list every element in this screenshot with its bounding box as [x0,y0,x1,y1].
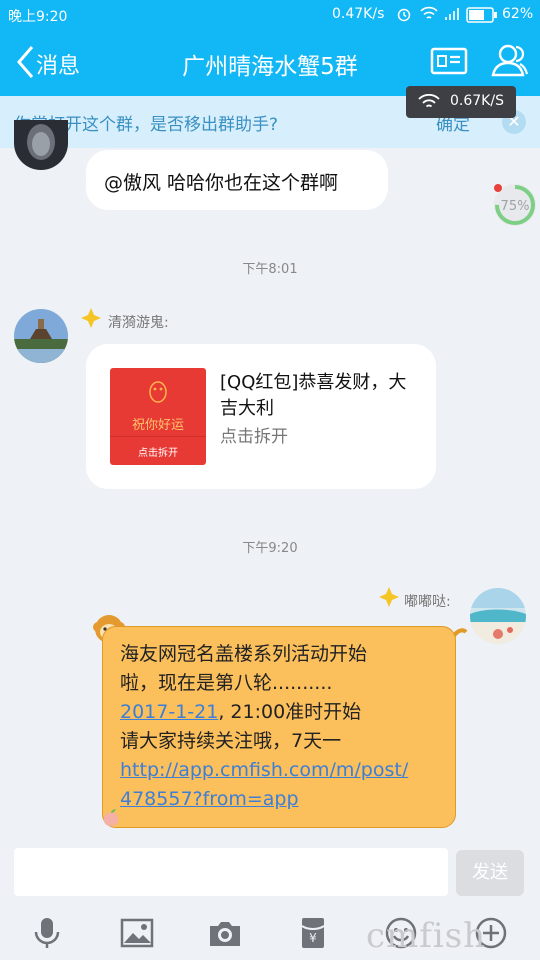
battery-icon [466,7,497,23]
camera-icon[interactable] [208,916,242,950]
watermark: cmfish [366,916,487,956]
avatar[interactable] [14,120,68,170]
avatar-image [27,124,55,160]
message-line: 2017-1-21, 21:00准时开始 [120,701,362,723]
avatar-image [470,588,526,644]
badge-icon [379,587,399,607]
red-packet-card: 祝你好运 点击拆开 [110,368,206,465]
url-link[interactable]: http://app.cmfish.com/m/post/ [120,756,450,785]
message-input[interactable] [14,848,448,896]
avatar[interactable] [14,309,68,363]
peach-decoration-icon [103,809,119,826]
status-net-speed: 0.47K/s [332,6,385,22]
net-speed-value: 0.67K/S [450,93,504,109]
wifi-icon [420,6,438,19]
microphone-icon[interactable] [30,916,64,950]
signal-icon [445,8,459,20]
red-packet-action: 点击拆开 [220,427,288,447]
status-time: 晚上9:20 [8,9,68,25]
net-speed-overlay: 0.67K/S [406,86,516,118]
send-button[interactable]: 发送 [456,850,524,896]
red-packet-message[interactable]: 祝你好运 点击拆开 [QQ红包]恭喜发财，大吉大利 点击拆开 [86,344,436,489]
sender-name: 嘟嘟哒: [404,594,451,610]
sender-name: 清漪游鬼: [108,315,169,331]
group-members-button[interactable] [490,42,530,78]
avatar-image [14,309,68,363]
message-bubble[interactable]: @傲风 哈哈你也在这个群啊 [86,150,388,210]
message-line: 海友网冠名盖楼系列活动开始 [120,643,368,665]
url-link[interactable]: 478557?from=app [120,788,299,810]
date-link[interactable]: 2017-1-21 [120,701,218,723]
progress-badge[interactable]: 75% [492,182,538,228]
message-line: 啦，现在是第八轮.......... [120,672,333,694]
back-label: 消息 [36,54,81,79]
svg-text:¥: ¥ [309,931,317,945]
timestamp: 下午8:01 [242,262,298,277]
chevron-left-icon [17,46,34,78]
wifi-icon [418,94,440,108]
avatar[interactable] [470,588,526,644]
image-icon[interactable] [120,916,154,950]
alarm-icon [397,8,411,22]
red-packet-blessing: 祝你好运 [131,418,184,433]
progress-label: 75% [501,199,530,214]
red-packet-icon[interactable]: ¥ [296,916,330,950]
back-button[interactable]: 消息 [10,38,90,88]
status-bar: 晚上9:20 0.47K/s 62% [0,0,540,30]
badge-icon [81,308,101,328]
red-packet-open-label: 点击拆开 [138,448,178,459]
message-line: 请大家持续关注哦，7天一 [120,730,342,752]
message-text: 海友网冠名盖楼系列活动开始 啦，现在是第八轮.......... 2017-1-… [120,640,450,814]
battery-level: 62% [502,6,534,22]
qq-penguin-icon [149,381,167,403]
group-info-button[interactable] [430,46,468,76]
message-text: @傲风 哈哈你也在这个群啊 [104,172,339,194]
red-packet-title: [QQ红包]恭喜发财，大吉大利 [220,372,407,419]
timestamp: 下午9:20 [242,541,298,556]
